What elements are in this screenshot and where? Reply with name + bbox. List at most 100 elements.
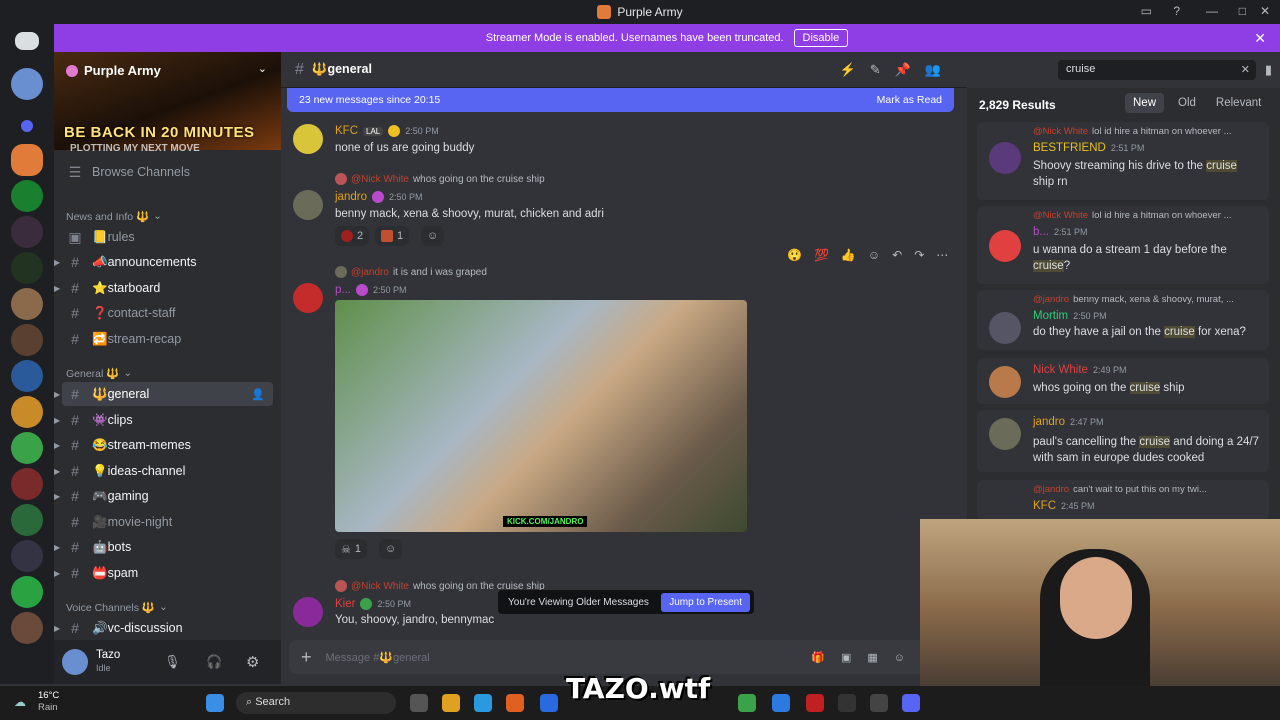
channel-bots[interactable]: ▶ # 🤖bots [54, 535, 273, 559]
reply-author[interactable]: @Nick White [351, 581, 409, 592]
headphones-icon[interactable]: 🎧 [206, 654, 222, 670]
reply-text[interactable]: it is and i was graped [393, 267, 487, 278]
avatar[interactable] [293, 190, 323, 220]
tab-old[interactable]: Old [1172, 93, 1202, 113]
channel-general[interactable]: ▶ # 🔱general 👤 [54, 382, 273, 406]
store-icon[interactable] [540, 694, 558, 712]
reply-text[interactable]: whos going on the cruise ship [413, 174, 545, 185]
tab-relevant[interactable]: Relevant [1210, 93, 1267, 113]
close-window-button[interactable]: ✕ [1260, 4, 1270, 18]
app-icon[interactable] [474, 694, 492, 712]
server-icon[interactable] [11, 360, 43, 392]
category-general[interactable]: General 🔱 ⌄ [66, 367, 132, 380]
server-icon[interactable] [11, 396, 43, 428]
pin-icon[interactable]: ▮ [1265, 62, 1272, 78]
server-icon[interactable] [11, 504, 43, 536]
server-icon[interactable] [11, 468, 43, 500]
file-explorer-icon[interactable] [442, 694, 460, 712]
avatar[interactable] [62, 649, 88, 675]
search-result[interactable]: @Nick White lol id hire a hitman on whoev… [977, 206, 1269, 284]
thumbs-up-icon[interactable]: 👍 [841, 248, 856, 268]
reaction[interactable]: 1 [375, 226, 410, 246]
channel-ideas[interactable]: ▶ # 💡ideas-channel [54, 459, 273, 483]
search-result[interactable]: Nick White 2:49 PM whos going on the crui… [977, 358, 1269, 404]
browse-channels[interactable]: ☰ Browse Channels [62, 160, 273, 184]
author-name[interactable]: KFC [335, 125, 358, 137]
search-input[interactable]: cruise ✕ [1058, 60, 1256, 80]
server-icon[interactable] [11, 324, 43, 356]
forward-icon[interactable]: ↷ [914, 248, 924, 268]
category-news[interactable]: News and Info 🔱 ⌄ [66, 210, 162, 223]
firefox-icon[interactable] [506, 694, 524, 712]
app-icon[interactable] [772, 694, 790, 712]
composer-tools-icons[interactable]: 🎁▣▦☺ [811, 651, 921, 664]
server-icon[interactable] [11, 68, 43, 100]
maximize-button[interactable]: □ [1239, 4, 1246, 18]
channel-gaming[interactable]: ▶ # 🎮gaming [54, 484, 273, 508]
reaction[interactable]: ☠ 1 [335, 539, 367, 559]
add-reaction-button[interactable]: ☺ [421, 226, 445, 246]
message-input[interactable]: Message #🔱general [326, 651, 430, 664]
reply-icon[interactable]: ↶ [892, 248, 902, 268]
reply-author[interactable]: @Nick White [351, 174, 409, 185]
add-attachment-icon[interactable]: + [301, 647, 312, 668]
clear-search-icon[interactable]: ✕ [1241, 63, 1250, 76]
emoji-reaction-icon[interactable]: 😲 [787, 248, 802, 268]
more-icon[interactable]: ⋯ [936, 248, 948, 268]
emoji-reaction-icon[interactable]: 💯 [814, 248, 829, 268]
app-icon[interactable] [870, 694, 888, 712]
disable-button[interactable]: Disable [793, 29, 849, 47]
channel-starboard[interactable]: ▶ # ⭐starboard [54, 276, 273, 300]
server-icon[interactable] [11, 576, 43, 608]
channel-stream-recap[interactable]: # 🔁stream-recap [62, 327, 273, 351]
header-toolbar-icons[interactable]: ⚡✎📌👥 [840, 62, 955, 78]
server-icon[interactable] [11, 432, 43, 464]
help-icon[interactable]: ? [1173, 4, 1180, 18]
server-header[interactable]: Purple Army [66, 63, 161, 78]
close-icon[interactable]: ✕ [1254, 30, 1266, 47]
video-screenshot-image[interactable]: KICK.COM/JANDRO [335, 300, 747, 532]
channel-contact-staff[interactable]: # ❓contact-staff [62, 301, 273, 325]
jump-to-present-button[interactable]: Jump to Present [661, 592, 750, 612]
minimize-button[interactable]: — [1206, 4, 1218, 18]
discord-home-icon[interactable] [15, 32, 39, 50]
xbox-icon[interactable] [738, 694, 756, 712]
channel-spam[interactable]: ▶ # 📛spam [54, 561, 273, 585]
message-composer[interactable]: + Message #🔱general 🎁▣▦☺ [289, 640, 931, 674]
folder-icon[interactable] [21, 120, 33, 132]
app-icon[interactable] [806, 694, 824, 712]
microphone-icon[interactable]: 🎙 [164, 654, 181, 670]
author-name[interactable]: p... [335, 284, 351, 296]
server-icon[interactable] [11, 252, 43, 284]
epic-games-icon[interactable] [838, 694, 856, 712]
gear-icon[interactable]: ⚙ [246, 653, 259, 671]
server-purple-army-icon[interactable] [11, 144, 43, 176]
avatar[interactable] [293, 124, 323, 154]
server-icon[interactable] [11, 216, 43, 248]
category-voice[interactable]: Voice Channels 🔱 ⌄ [66, 601, 168, 614]
server-icon[interactable] [11, 288, 43, 320]
search-result[interactable]: jandro 2:47 PM paul's cancelling the crui… [977, 410, 1269, 472]
channel-movie-night[interactable]: # 🎥movie-night [62, 510, 273, 534]
task-view-icon[interactable] [410, 694, 428, 712]
channel-rules[interactable]: ▣ 📒rules [62, 225, 273, 249]
add-reaction-button[interactable]: ☺ [379, 539, 403, 559]
reply-author[interactable]: @jandro [351, 267, 389, 278]
windows-start-icon[interactable] [206, 694, 224, 712]
server-icon[interactable] [11, 612, 43, 644]
channel-clips[interactable]: ▶ # 👾clips [54, 408, 273, 432]
server-icon[interactable] [11, 540, 43, 572]
discord-taskbar-icon[interactable] [902, 694, 920, 712]
tab-new[interactable]: New [1125, 93, 1165, 113]
author-name[interactable]: jandro [335, 191, 367, 203]
channel-stream-memes[interactable]: ▶ # 😂stream-memes [54, 433, 273, 457]
server-kick-icon[interactable] [11, 180, 43, 212]
search-result[interactable]: @jandro benny mack, xena & shoovy, murat,… [977, 290, 1269, 350]
reaction[interactable]: 2 [335, 226, 370, 246]
channel-announcements[interactable]: ▶ # 📣announcements [54, 250, 273, 274]
mark-as-read-button[interactable]: Mark as Read [877, 94, 942, 106]
channel-vc-discussion[interactable]: ▶ # 🔊vc-discussion [54, 616, 273, 640]
author-name[interactable]: Kier [335, 598, 355, 610]
search-result[interactable]: @jandro can't wait to put this on my twi.… [977, 480, 1269, 520]
search-result[interactable]: @Nick White lol id hire a hitman on whoev… [977, 122, 1269, 200]
